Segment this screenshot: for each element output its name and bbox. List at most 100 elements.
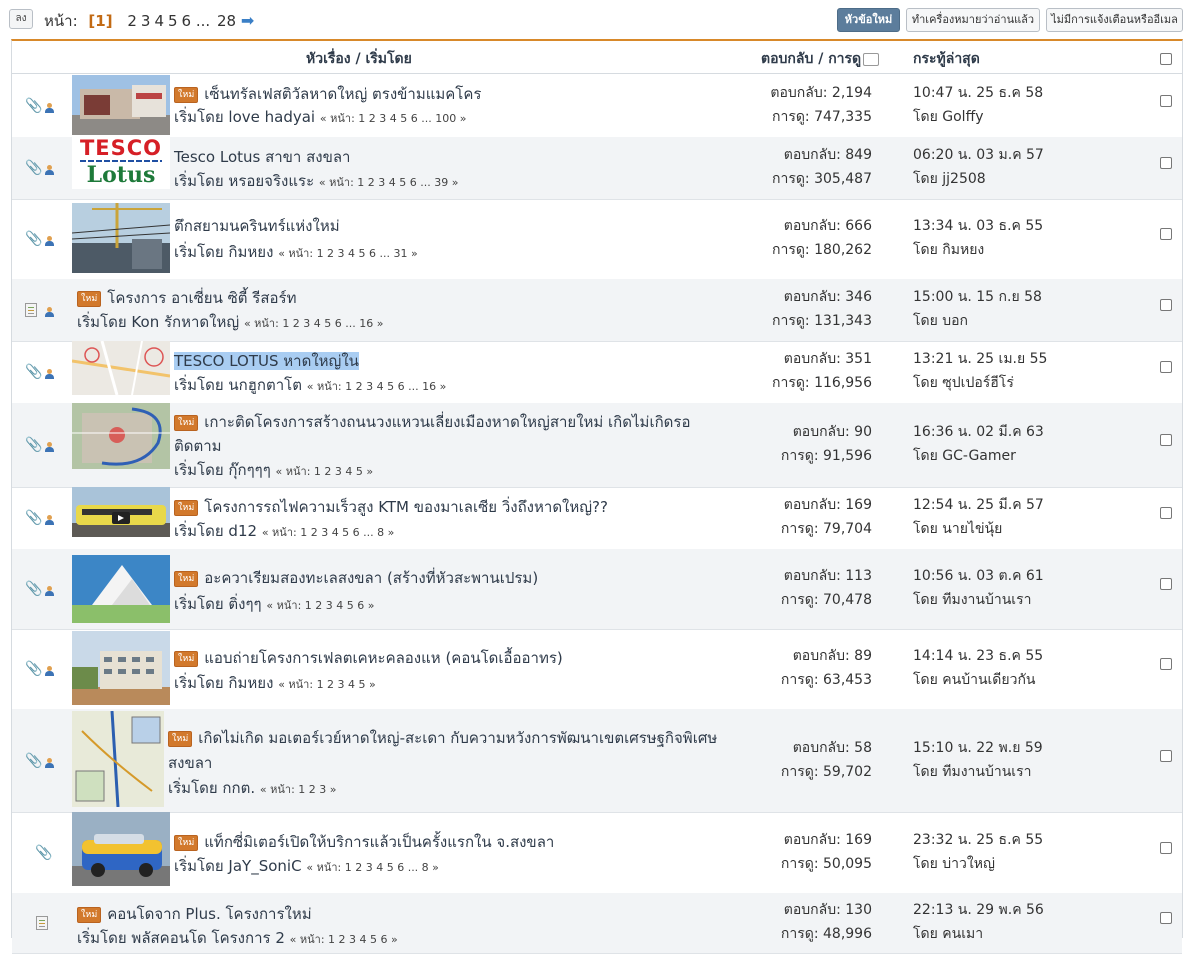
header-subject[interactable]: หัวเรื่อง / เริ่มโดย (306, 48, 412, 70)
topic-select-checkbox[interactable] (1160, 361, 1172, 373)
topic-page-links[interactable]: « หน้า: 1 2 3 4 5 6 ... 39 » (319, 176, 459, 189)
topic-thumbnail[interactable] (72, 812, 170, 886)
starter-name[interactable]: เริ่มโดย ติ่งๆๆ (174, 595, 262, 613)
topic-page-links[interactable]: « หน้า: 1 2 3 4 5 6 » (290, 933, 398, 946)
last-post-author[interactable]: โดย บ่าวใหญ่ (913, 853, 995, 875)
topic-title-text[interactable]: TESCO LOTUS หาดใหญ่ใน (174, 352, 359, 370)
starter-name[interactable]: เริ่มโดย กิมหยง (174, 674, 273, 692)
last-post-author[interactable]: โดย ทีมงานบ้านเรา (913, 761, 1031, 783)
last-post-time[interactable]: 16:36 น. 02 มี.ค 63 (913, 421, 1044, 443)
topic-title-text[interactable]: เกาะติดโครงการสร้างถนนวงแหวนเลี่ยงเมืองห… (204, 413, 690, 431)
new-topic-button[interactable]: หัวข้อใหม่ (837, 8, 900, 32)
jump-down-button[interactable]: ลง (9, 9, 33, 29)
topic-starter[interactable]: เริ่มโดย กิมหยง « หน้า: 1 2 3 4 5 » (174, 671, 376, 695)
last-post-author[interactable]: โดย คนบ้านเดียวกัน (913, 669, 1036, 691)
starter-name[interactable]: เริ่มโดย JaY_SoniC (174, 857, 302, 875)
topic-row[interactable]: 📎 ใหม่ เกาะติดโครงการสร้างถนนวงแหวนเลี่ยงเ… (12, 403, 1182, 488)
topic-thumbnail[interactable] (72, 555, 170, 623)
topic-page-links[interactable]: « หน้า: 1 2 3 4 5 » (278, 678, 376, 691)
last-post-author[interactable]: โดย นายไข่นุ้ย (913, 518, 1002, 540)
topic-starter[interactable]: เริ่มโดย Kon รักหาดใหญ่ « หน้า: 1 2 3 4 … (77, 310, 384, 334)
topic-title-text[interactable]: เซ็นทรัลเฟสติวัลหาดใหญ่ ตรงข้ามแมคโคร (204, 85, 481, 103)
select-all-checkbox[interactable] (1160, 53, 1172, 65)
topic-page-links[interactable]: « หน้า: 1 2 3 4 5 6 ... 100 » (320, 112, 467, 125)
topic-select-checkbox[interactable] (1160, 228, 1172, 240)
topic-title[interactable]: ใหม่ แท็กซี่มิเตอร์เปิดให้บริการแล้วเป็นค… (174, 830, 554, 854)
last-post-time[interactable]: 22:13 น. 29 พ.ค 56 (913, 899, 1044, 921)
last-post-time[interactable]: 13:34 น. 03 ธ.ค 55 (913, 215, 1043, 237)
topic-select-checkbox[interactable] (1160, 578, 1172, 590)
topic-page-links[interactable]: « หน้า: 1 2 3 4 5 » (276, 465, 374, 478)
topic-title[interactable]: Tesco Lotus สาขา สงขลา (174, 145, 350, 169)
starter-name[interactable]: เริ่มโดย นกฮูกตาโต (174, 376, 302, 394)
starter-name[interactable]: เริ่มโดย กุ๊กๆๆๆ (174, 461, 271, 479)
mark-read-button[interactable]: ทำเครื่องหมายว่าอ่านแล้ว (906, 8, 1040, 32)
topic-starter[interactable]: เริ่มโดย กกต. « หน้า: 1 2 3 » (168, 776, 336, 800)
topic-page-links[interactable]: « หน้า: 1 2 3 4 5 6 ... 16 » (244, 317, 384, 330)
topic-thumbnail[interactable] (72, 631, 170, 705)
page-link[interactable]: 2 (127, 12, 137, 30)
notify-button[interactable]: ไม่มีการแจ้งเตือนหรืออีเมล (1046, 8, 1183, 32)
topic-row[interactable]: ใหม่ คอนโดจาก Plus. โครงการใหม่ เริ่มโดย พ… (12, 893, 1182, 954)
topic-starter[interactable]: เริ่มโดย หรอยจริงแระ « หน้า: 1 2 3 4 5 6… (174, 169, 458, 193)
last-post-author[interactable]: โดย GC-Gamer (913, 445, 1016, 467)
next-page-arrow-icon[interactable]: ➡ (241, 11, 254, 30)
topic-starter[interactable]: เริ่มโดย love hadyai « หน้า: 1 2 3 4 5 6… (174, 105, 466, 129)
last-post-author[interactable]: โดย jj2508 (913, 168, 986, 190)
topic-select-checkbox[interactable] (1160, 299, 1172, 311)
topic-title-line2[interactable]: สงขลา (168, 751, 212, 775)
page-link[interactable]: 4 (154, 12, 164, 30)
topic-title-text[interactable]: โครงการรถไฟความเร็วสูง KTM ของมาเลเซีย ว… (204, 498, 608, 516)
topic-select-checkbox[interactable] (1160, 507, 1172, 519)
topic-row[interactable]: 📎 ใหม่ แอบถ่ายโครงการเฟลตเคหะคลองแห (คอนโด… (12, 629, 1182, 710)
last-post-time[interactable]: 10:56 น. 03 ต.ค 61 (913, 565, 1044, 587)
topic-thumbnail[interactable]: TESCO Lotus (72, 137, 170, 189)
topic-row[interactable]: 📎 ใหม่ เกิดไม่เกิด มอเตอร์เวย์หาดใหญ่-สะเด… (12, 709, 1182, 813)
page-link[interactable]: 5 (168, 12, 178, 30)
starter-name[interactable]: เริ่มโดย กิมหยง (174, 243, 273, 261)
topic-title-line2[interactable]: ติดตาม (174, 434, 222, 458)
starter-name[interactable]: เริ่มโดย กกต. (168, 779, 255, 797)
topic-thumbnail[interactable] (72, 403, 170, 469)
topic-title-text[interactable]: คอนโดจาก Plus. โครงการใหม่ (107, 905, 311, 923)
topic-row[interactable]: 📎 ตึกสยามนครินทร์แห่งใหม่ เริ่มโดย กิมหยง … (12, 199, 1182, 280)
topic-title[interactable]: ใหม่ อะควาเรียมสองทะเลสงขลา (สร้างที่หัวส… (174, 566, 538, 590)
topic-page-links[interactable]: « หน้า: 1 2 3 » (260, 783, 337, 796)
topic-thumbnail[interactable] (72, 341, 170, 395)
topic-title[interactable]: ใหม่ โครงการรถไฟความเร็วสูง KTM ของมาเลเซ… (174, 495, 608, 519)
topic-thumbnail[interactable] (72, 75, 170, 135)
last-post-time[interactable]: 06:20 น. 03 ม.ค 57 (913, 144, 1044, 166)
topic-row[interactable]: 📎 ใหม่ โครงการรถไฟความเร็วสูง KTM ของมาเลเ… (12, 487, 1182, 550)
topic-row[interactable]: ใหม่ โครงการ อาเซี่ยน ซิตี้ รีสอร์ท เริ่มโ… (12, 279, 1182, 342)
topic-thumbnail[interactable] (72, 487, 170, 537)
topic-title[interactable]: ใหม่ แอบถ่ายโครงการเฟลตเคหะคลองแห (คอนโดเ… (174, 646, 563, 670)
starter-name[interactable]: เริ่มโดย หรอยจริงแระ (174, 172, 314, 190)
last-post-time[interactable]: 14:14 น. 23 ธ.ค 55 (913, 645, 1043, 667)
starter-name[interactable]: เริ่มโดย love hadyai (174, 108, 315, 126)
topic-row[interactable]: 📎 ใหม่ แท็กซี่มิเตอร์เปิดให้บริการแล้วเป็น… (12, 812, 1182, 894)
page-link[interactable]: 6 (182, 12, 192, 30)
last-post-author[interactable]: โดย ทีมงานบ้านเรา (913, 589, 1031, 611)
topic-row[interactable]: 📎 ใหม่ เซ็นทรัลเฟสติวัลหาดใหญ่ ตรงข้ามแมคโ… (12, 75, 1182, 138)
topic-starter[interactable]: เริ่มโดย กุ๊กๆๆๆ « หน้า: 1 2 3 4 5 » (174, 458, 373, 482)
topic-title-text[interactable]: อะควาเรียมสองทะเลสงขลา (สร้างที่หัวสะพาน… (204, 569, 538, 587)
topic-page-links[interactable]: « หน้า: 1 2 3 4 5 6 ... 31 » (278, 247, 418, 260)
topic-title-text[interactable]: ตึกสยามนครินทร์แห่งใหม่ (174, 217, 340, 235)
topic-row[interactable]: 📎 ใหม่ อะควาเรียมสองทะเลสงขลา (สร้างที่หัว… (12, 549, 1182, 630)
topic-page-links[interactable]: « หน้า: 1 2 3 4 5 6 ... 8 » (306, 861, 439, 874)
last-post-author[interactable]: โดย กิมหยง (913, 239, 984, 261)
topic-title[interactable]: ใหม่ โครงการ อาเซี่ยน ซิตี้ รีสอร์ท (77, 286, 296, 310)
topic-select-checkbox[interactable] (1160, 157, 1172, 169)
topic-starter[interactable]: เริ่มโดย JaY_SoniC « หน้า: 1 2 3 4 5 6 .… (174, 854, 439, 878)
last-post-author[interactable]: โดย Golffy (913, 106, 984, 128)
topic-page-links[interactable]: « หน้า: 1 2 3 4 5 6 ... 8 » (262, 526, 395, 539)
topic-title-text[interactable]: แท็กซี่มิเตอร์เปิดให้บริการแล้วเป็นครั้ง… (204, 833, 554, 851)
page-link[interactable]: 3 (141, 12, 151, 30)
topic-title-text[interactable]: โครงการ อาเซี่ยน ซิตี้ รีสอร์ท (107, 289, 296, 307)
topic-starter[interactable]: เริ่มโดย กิมหยง « หน้า: 1 2 3 4 5 6 ... … (174, 240, 418, 264)
last-post-time[interactable]: 13:21 น. 25 เม.ย 55 (913, 348, 1047, 370)
header-last-post[interactable]: กระทู้ล่าสุด (913, 48, 980, 70)
topic-title[interactable]: TESCO LOTUS หาดใหญ่ใน (174, 349, 359, 373)
topic-title-text[interactable]: Tesco Lotus สาขา สงขลา (174, 148, 350, 166)
sort-icon[interactable] (863, 52, 880, 66)
